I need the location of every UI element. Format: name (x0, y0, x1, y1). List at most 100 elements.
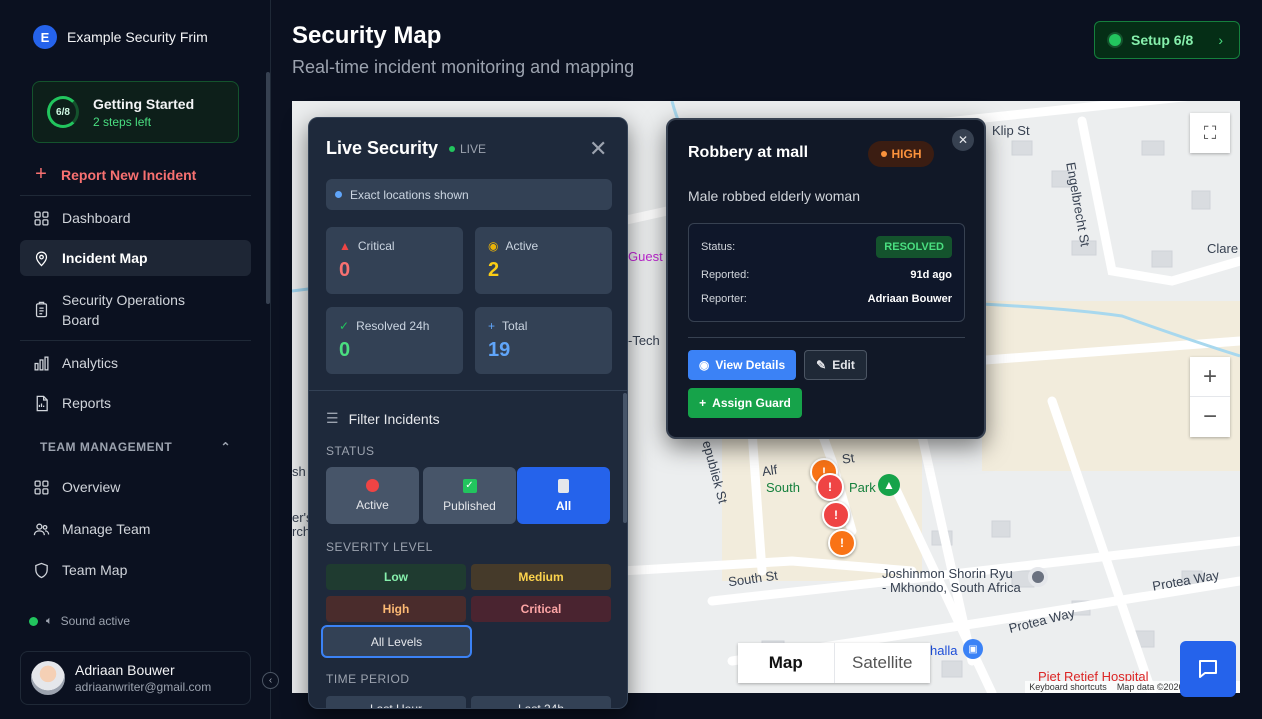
sidebar-item-incident-map[interactable]: Incident Map (20, 240, 251, 276)
users-icon (33, 521, 50, 538)
poi-label: South (766, 480, 800, 495)
detail-key: Reporter: (701, 293, 747, 305)
plus-icon: + (699, 396, 707, 410)
severity-filter-critical[interactable]: Critical (471, 596, 611, 622)
zoom-in-button[interactable]: + (1190, 357, 1230, 397)
chat-icon (1199, 660, 1217, 678)
severity-filter-medium[interactable]: Medium (471, 564, 611, 590)
map-type-map[interactable]: Map (738, 643, 834, 683)
shield-icon (33, 562, 50, 579)
sidebar-item-label: Dashboard (62, 210, 131, 226)
map-type-satellite[interactable]: Satellite (833, 643, 931, 683)
zoom-out-button[interactable]: − (1190, 397, 1230, 437)
status-dot (449, 146, 455, 152)
close-icon[interactable]: ✕ (589, 136, 607, 162)
brand[interactable]: E Example Security Frim (33, 25, 208, 49)
file-icon (33, 395, 50, 412)
incident-marker[interactable]: ! (828, 529, 856, 557)
stat-value: 19 (488, 339, 511, 361)
incident-marker[interactable]: ! (816, 473, 844, 501)
status-filter-active[interactable]: Active (326, 467, 419, 524)
severity-filter-high[interactable]: High (326, 596, 466, 622)
detail-key: Reported: (701, 269, 750, 281)
user-card[interactable]: Adriaan Bouwer adriaanwriter@gmail.com (20, 651, 251, 705)
incident-title: Robbery at mall (688, 144, 809, 161)
eye-icon: ◉ (698, 358, 710, 372)
status-badge: RESOLVED (876, 236, 952, 258)
info-dot (335, 191, 342, 198)
street-label: Alf (761, 462, 779, 479)
assign-guard-button[interactable]: + Assign Guard (688, 388, 802, 418)
time-section-label: TIME PERIOD (326, 672, 410, 686)
report-incident-label: Report New Incident (61, 166, 197, 183)
filter-header: ☰ Filter Incidents (326, 410, 440, 427)
live-label: LIVE (460, 142, 487, 156)
stat-resolved[interactable]: ✓ Resolved 24h 0 (326, 307, 463, 374)
check-box-icon: ✓ (462, 478, 477, 493)
close-icon[interactable]: ✕ (952, 129, 974, 151)
setup-button[interactable]: Setup 6/8 › (1094, 21, 1240, 59)
stat-label: Active (505, 239, 539, 253)
status-filter-published[interactable]: ✓ Published (423, 467, 516, 524)
detail-key: Status: (701, 241, 736, 253)
sidebar-item-operations-board[interactable]: Security Operations Board (20, 288, 251, 332)
sidebar-item-overview[interactable]: Overview (20, 469, 251, 505)
time-filter-last-24h[interactable]: Last 24h (471, 696, 611, 708)
zoom-controls: + − (1190, 357, 1230, 437)
stat-value: 2 (488, 259, 500, 281)
edit-button[interactable]: ✎ Edit (804, 350, 867, 380)
fullscreen-icon: ⛶ (1203, 122, 1217, 143)
button-label: Published (443, 498, 496, 513)
collapse-sidebar-button[interactable]: ‹ (262, 672, 279, 689)
stat-label: Resolved 24h (356, 319, 430, 333)
panel-scrollbar[interactable] (623, 393, 627, 523)
progress-ring: 6/8 (47, 96, 79, 128)
stat-total[interactable]: + Total 19 (475, 307, 612, 374)
report-incident-button[interactable]: + Report New Incident (33, 163, 196, 186)
sidebar-item-team-map[interactable]: Team Map (20, 553, 251, 581)
sidebar-item-dashboard[interactable]: Dashboard (20, 200, 251, 236)
sound-status[interactable]: 🔈︎ Sound active (29, 614, 130, 628)
fullscreen-button[interactable]: ⛶ (1190, 113, 1230, 153)
getting-started-card[interactable]: 6/8 Getting Started 2 steps left (32, 81, 239, 143)
view-details-button[interactable]: ◉ View Details (688, 350, 796, 380)
sidebar-item-label: Analytics (62, 355, 119, 371)
grid-icon (33, 479, 50, 496)
poi-label: Guest (628, 249, 663, 264)
sidebar-item-analytics[interactable]: Analytics (20, 345, 251, 381)
park-icon: ▲ (878, 474, 900, 496)
filter-title: Filter Incidents (348, 410, 440, 427)
button-label: View Details (715, 358, 786, 372)
reported-value: 91d ago (910, 269, 952, 281)
bar-chart-icon (33, 355, 50, 372)
severity-filter-low[interactable]: Low (326, 564, 466, 590)
team-management-section[interactable]: TEAM MANAGEMENT ⌃ (40, 440, 231, 454)
sidebar-item-reports[interactable]: Reports (20, 385, 251, 421)
sound-label: Sound active (60, 614, 130, 628)
severity-filter-all[interactable]: All Levels (321, 625, 472, 658)
status-filter-all[interactable]: All (517, 467, 610, 524)
stat-active[interactable]: ◉ Active 2 (475, 227, 612, 294)
eye-icon: ◉ (488, 239, 499, 253)
stat-value: 0 (339, 339, 351, 361)
divider (688, 337, 965, 338)
sidebar-item-label: Manage Team (62, 521, 151, 537)
stat-label: Total (502, 319, 528, 333)
sidebar-scrollbar[interactable] (266, 72, 270, 304)
avatar (31, 661, 65, 695)
map-pin-icon (33, 250, 50, 267)
keyboard-shortcuts-link[interactable]: Keyboard shortcuts (1029, 682, 1107, 692)
stat-critical[interactable]: ▲ Critical 0 (326, 227, 463, 294)
incident-marker[interactable]: ! (822, 501, 850, 529)
note-text: Exact locations shown (350, 187, 469, 202)
chat-button[interactable] (1180, 641, 1236, 697)
time-filter-last-hour[interactable]: Last Hour (326, 696, 466, 708)
poi-label: sh (292, 464, 306, 479)
sidebar-item-manage-team[interactable]: Manage Team (20, 511, 251, 547)
poi-pin-icon (1028, 567, 1048, 587)
getting-started-title: Getting Started (93, 95, 195, 112)
check-circle-icon: ✓ (339, 319, 350, 333)
user-name: Adriaan Bouwer (75, 662, 175, 678)
street-label: Clare (1207, 241, 1239, 256)
shopping-icon: ▣ (963, 639, 983, 659)
